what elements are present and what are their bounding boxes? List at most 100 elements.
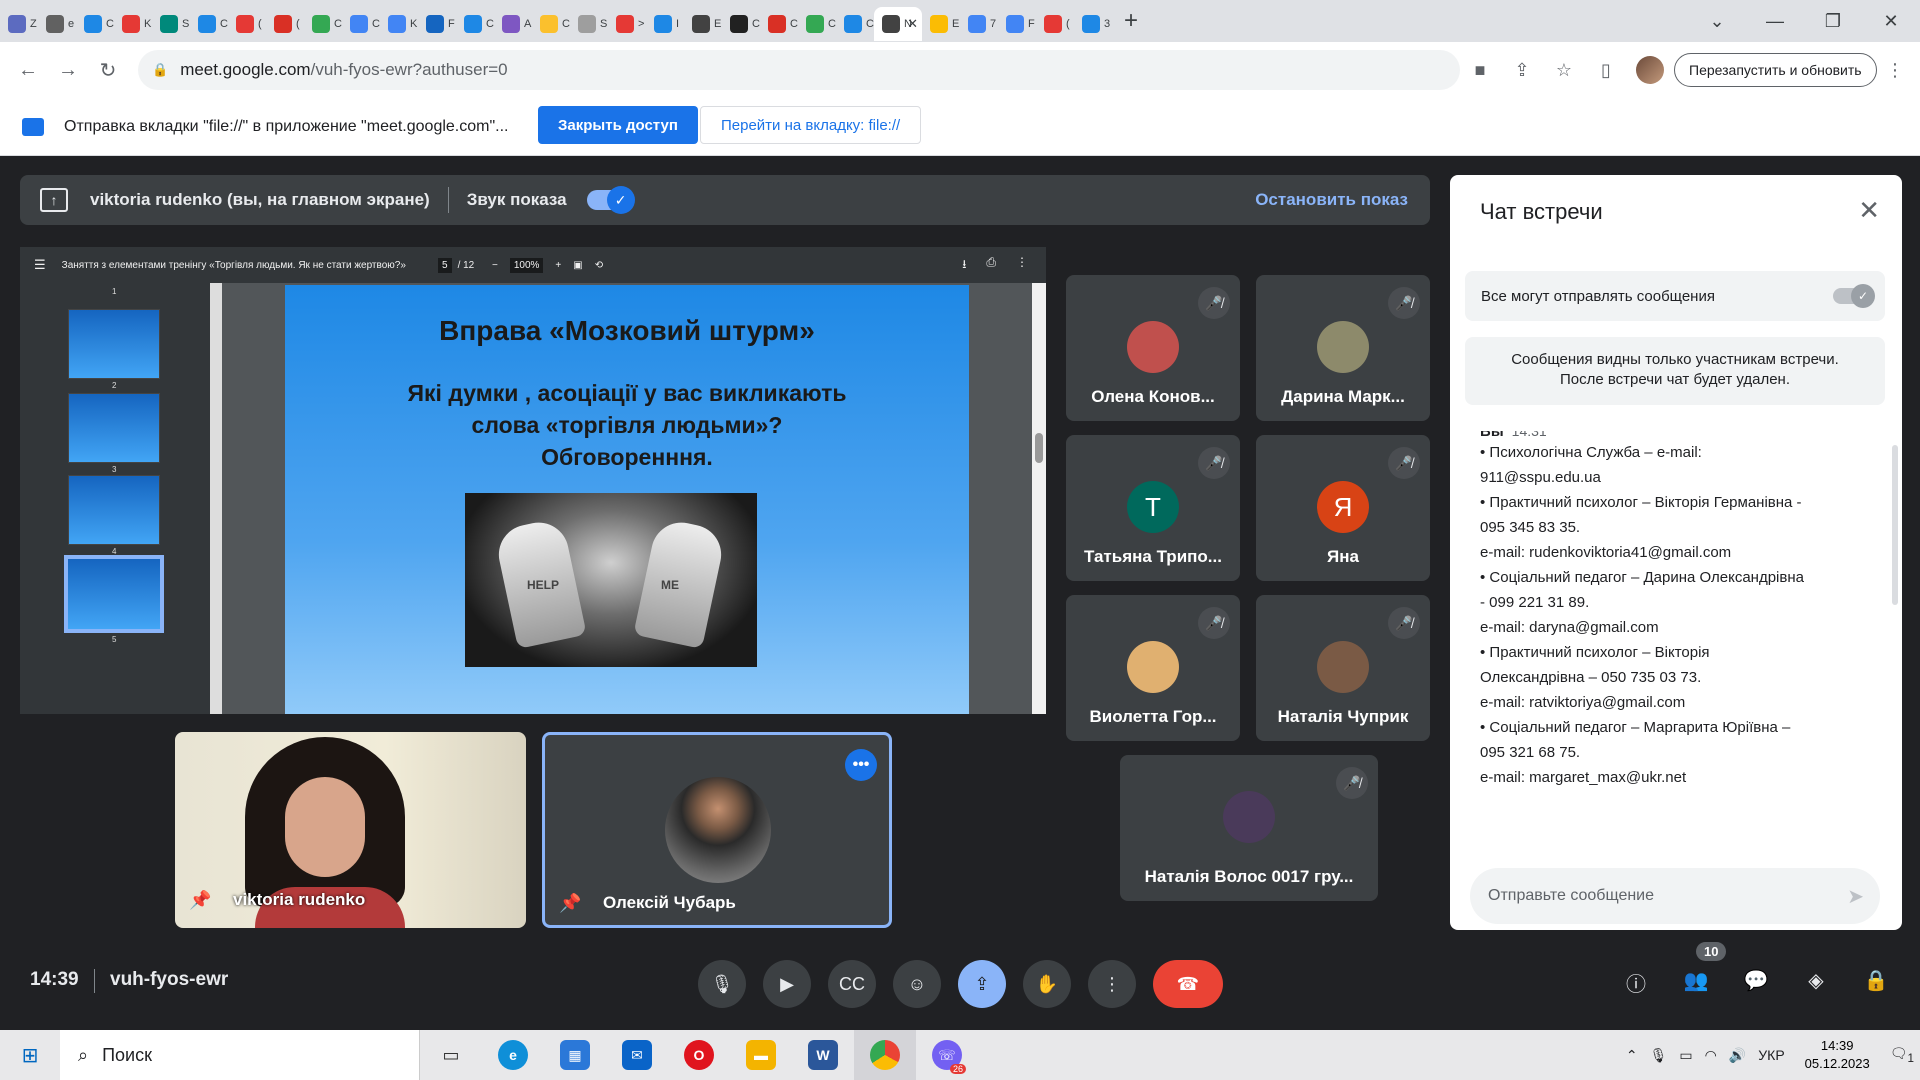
participant-tile[interactable]: 🎤̸ Виолетта Гор... bbox=[1066, 595, 1240, 741]
omnibox[interactable]: 🔒 meet.google.com/vuh-fyos-ewr?authuser=… bbox=[138, 50, 1460, 90]
close-icon[interactable]: ✕ bbox=[1858, 195, 1880, 226]
zoom-in-icon[interactable]: + bbox=[555, 260, 561, 271]
participant-tile[interactable]: 🎤̸ Наталія Чуприк bbox=[1256, 595, 1430, 741]
notification-icon[interactable]: 🗨1 bbox=[1890, 1045, 1914, 1065]
browser-menu-icon[interactable]: ⋮ bbox=[1886, 60, 1904, 81]
browser-tab[interactable]: K bbox=[380, 7, 418, 41]
captions-button[interactable]: CC bbox=[828, 960, 876, 1008]
present-button[interactable]: ⇪ bbox=[958, 960, 1006, 1008]
browser-tab[interactable]: F bbox=[418, 7, 456, 41]
permission-toggle[interactable]: ✓ bbox=[1833, 284, 1875, 308]
pin-icon[interactable]: 📌 bbox=[189, 890, 211, 911]
browser-tab[interactable]: E bbox=[684, 7, 722, 41]
back-button[interactable]: ← bbox=[8, 59, 48, 82]
browser-tab[interactable]: > bbox=[608, 7, 646, 41]
menu-icon[interactable]: ☰ bbox=[34, 257, 46, 273]
emoji-button[interactable]: ☺ bbox=[893, 960, 941, 1008]
leave-call-button[interactable]: ☎ bbox=[1153, 960, 1223, 1008]
send-icon[interactable]: ➤ bbox=[1847, 884, 1864, 909]
close-tab-icon[interactable]: ✕ bbox=[907, 16, 918, 32]
browser-tab[interactable]: C bbox=[722, 7, 760, 41]
close-window-button[interactable]: ✕ bbox=[1862, 11, 1920, 32]
file-explorer-icon[interactable]: ▬ bbox=[730, 1030, 792, 1080]
browser-tab[interactable]: C bbox=[798, 7, 836, 41]
microphone-button[interactable]: 🎙 bbox=[698, 960, 746, 1008]
bookmark-star-icon[interactable]: ☆ bbox=[1552, 60, 1576, 81]
share-sound-toggle[interactable]: ✓ bbox=[586, 186, 635, 214]
mail-icon[interactable]: ✉ bbox=[606, 1030, 668, 1080]
opera-icon[interactable]: O bbox=[668, 1030, 730, 1080]
zoom-level[interactable]: 100% bbox=[509, 257, 544, 273]
stop-presenting-button[interactable]: Остановить показ bbox=[1255, 190, 1408, 210]
browser-tab[interactable]: S bbox=[152, 7, 190, 41]
browser-tab[interactable]: C bbox=[76, 7, 114, 41]
go-to-tab-button[interactable]: Перейти на вкладку: file:// bbox=[700, 106, 922, 144]
rotate-icon[interactable]: ⟲ bbox=[595, 260, 603, 271]
browser-tab[interactable]: C bbox=[760, 7, 798, 41]
tab-search-icon[interactable]: ⌄ bbox=[1688, 11, 1746, 32]
people-icon[interactable]: 👥 bbox=[1680, 968, 1712, 993]
participant-tile[interactable]: 🎤̸ T Татьяна Трипо... bbox=[1066, 435, 1240, 581]
browser-tab[interactable]: C bbox=[342, 7, 380, 41]
chevron-up-icon[interactable]: ⌃ bbox=[1626, 1047, 1638, 1064]
browser-tab[interactable]: 3 bbox=[1074, 7, 1112, 41]
new-tab-button[interactable]: + bbox=[1124, 7, 1138, 35]
active-speaker-tile[interactable]: ••• 📌 Олексій Чубарь bbox=[542, 732, 892, 928]
host-controls-icon[interactable]: 🔒 bbox=[1860, 968, 1892, 993]
profile-avatar[interactable] bbox=[1636, 56, 1664, 84]
system-clock[interactable]: 14:39 05.12.2023 bbox=[1805, 1037, 1870, 1073]
chrome-icon[interactable] bbox=[854, 1030, 916, 1080]
raise-hand-button[interactable]: ✋ bbox=[1023, 960, 1071, 1008]
browser-tab[interactable]: ( bbox=[228, 7, 266, 41]
store-icon[interactable]: ▦ bbox=[544, 1030, 606, 1080]
activities-icon[interactable]: ◈ bbox=[1800, 968, 1832, 993]
page-thumbnail[interactable] bbox=[68, 393, 160, 463]
browser-tab[interactable]: e bbox=[38, 7, 76, 41]
language-indicator[interactable]: УКР bbox=[1758, 1047, 1784, 1063]
taskbar-search[interactable]: ⌕ Поиск bbox=[60, 1030, 420, 1080]
browser-tab[interactable]: C bbox=[532, 7, 570, 41]
camera-button[interactable]: ▶ bbox=[763, 960, 811, 1008]
fit-page-icon[interactable]: ▣ bbox=[573, 260, 582, 271]
share-icon[interactable]: ⇪ bbox=[1510, 60, 1534, 81]
minimize-button[interactable]: — bbox=[1746, 11, 1804, 32]
participant-tile[interactable]: 🎤̸ Олена Конов... bbox=[1066, 275, 1240, 421]
browser-tab[interactable]: ( bbox=[266, 7, 304, 41]
browser-tab[interactable]: A bbox=[494, 7, 532, 41]
pdf-scrollbar[interactable] bbox=[1032, 283, 1046, 714]
windows-start-icon[interactable]: ⊞ bbox=[0, 1043, 60, 1068]
battery-icon[interactable]: ▭ bbox=[1679, 1047, 1692, 1064]
browser-tab[interactable]: C bbox=[836, 7, 874, 41]
page-thumbnail[interactable] bbox=[68, 475, 160, 545]
task-view-icon[interactable]: ▭ bbox=[420, 1030, 482, 1080]
edge-icon[interactable]: e bbox=[482, 1030, 544, 1080]
more-options-icon[interactable]: ••• bbox=[845, 749, 877, 781]
wifi-icon[interactable]: ◠ bbox=[1705, 1047, 1717, 1064]
forward-button[interactable]: → bbox=[48, 59, 88, 82]
browser-tab[interactable]: K bbox=[114, 7, 152, 41]
volume-icon[interactable]: 🔊 bbox=[1729, 1047, 1746, 1064]
word-icon[interactable]: W bbox=[792, 1030, 854, 1080]
zoom-out-icon[interactable]: − bbox=[492, 260, 498, 271]
browser-tab[interactable]: 7 bbox=[960, 7, 998, 41]
participant-tile[interactable]: 🎤̸ Я Яна bbox=[1256, 435, 1430, 581]
maximize-button[interactable]: ❐ bbox=[1804, 11, 1862, 32]
meeting-info-icon[interactable]: ⓘ bbox=[1620, 968, 1652, 997]
browser-tab[interactable]: S bbox=[570, 7, 608, 41]
browser-tab[interactable]: I bbox=[646, 7, 684, 41]
camera-in-use-icon[interactable]: ■ bbox=[1468, 60, 1492, 81]
download-icon[interactable]: ⭳ bbox=[962, 255, 966, 276]
reload-button[interactable]: ↻ bbox=[88, 58, 128, 83]
pin-icon[interactable]: 📌 bbox=[559, 893, 581, 914]
viber-icon[interactable]: ☏ 26 bbox=[916, 1030, 978, 1080]
browser-tab[interactable]: N ✕ bbox=[874, 7, 922, 41]
thumbnail-scrollbar[interactable] bbox=[210, 283, 222, 714]
page-number-input[interactable]: 5 bbox=[438, 257, 452, 273]
page-thumbnail[interactable] bbox=[68, 309, 160, 379]
relaunch-button[interactable]: Перезапустить и обновить bbox=[1674, 53, 1877, 87]
chat-icon[interactable]: 💬 bbox=[1740, 968, 1772, 993]
browser-tab[interactable]: C bbox=[304, 7, 342, 41]
browser-tab[interactable]: Z bbox=[0, 7, 38, 41]
more-options-button[interactable]: ⋮ bbox=[1088, 960, 1136, 1008]
self-video-tile[interactable]: 📌 viktoria rudenko bbox=[175, 732, 526, 928]
